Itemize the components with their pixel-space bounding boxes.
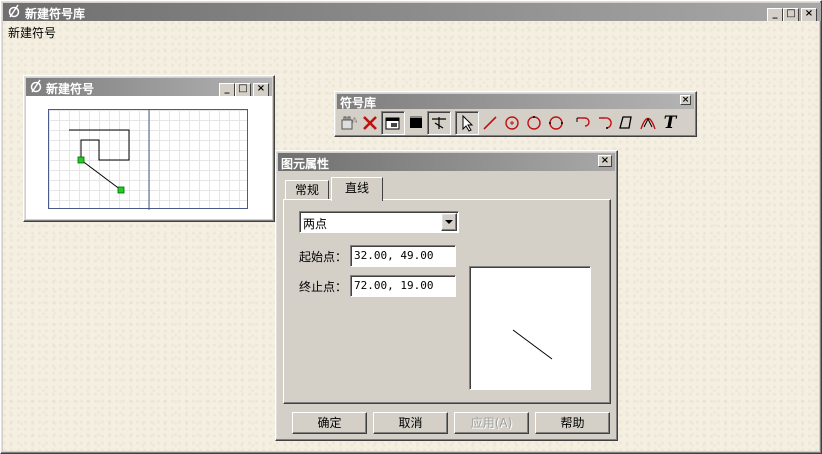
text-tool-label: T [663,113,677,133]
ok-button[interactable]: 确定 [292,412,367,434]
apply-button[interactable]: 应用(A) [454,412,529,434]
properties-icon[interactable] [381,111,405,135]
dialog-title-bar[interactable]: 图元属性 × [278,153,615,171]
cancel-button-label: 取消 [398,416,423,430]
end-point-field[interactable]: 72.00, 19.00 [350,275,456,297]
delete-icon[interactable] [359,112,381,134]
symbol-window-title-bar[interactable]: 新建符号 _ □ × [26,78,272,97]
main-title-bar[interactable]: 新建符号库 _ □ × [3,3,821,22]
toolbox-title-bar[interactable]: 符号库 × [337,94,694,110]
symbol-drawing [69,110,150,210]
close-button[interactable]: × [801,8,817,22]
app-icon [7,4,21,21]
mode-select[interactable]: 两点 [299,211,459,233]
maximize-button[interactable]: □ [235,83,251,97]
chevron-down-icon[interactable] [441,213,457,231]
main-window-title: 新建符号库 [25,7,86,21]
line-preview [469,266,591,390]
tab-line-label: 直线 [344,181,369,195]
tab-line[interactable]: 直线 [331,177,383,201]
arc-right-icon[interactable] [593,112,615,134]
polygon-icon[interactable] [615,112,637,134]
tab-general-label: 常规 [294,183,319,197]
start-point-label: 起始点： [299,250,348,264]
symbol-window: 新建符号 _ □ × [23,75,275,222]
select-arrow-icon[interactable] [455,111,479,135]
workspace-label: 新建符号 [8,26,57,40]
ok-button-label: 确定 [317,416,342,430]
start-point-value: 32.00, 49.00 [354,249,434,262]
arc-left-icon[interactable] [571,112,593,134]
help-button-label: 帮助 [560,416,585,430]
anchor-icon[interactable] [427,111,451,135]
window-controls: _ □ × [767,5,817,22]
preview-line-drawing [512,329,553,360]
curve-icon[interactable] [637,112,659,134]
circle-icon[interactable] [523,112,545,134]
symbol-canvas[interactable] [48,109,248,210]
properties-dialog: 图元属性 × 常规 直线 两点 起始点： 32.00, 49.00 终止点： 7… [275,150,618,441]
new-icon[interactable]: ⁂ [337,112,359,134]
tab-general[interactable]: 常规 [285,180,329,200]
help-button[interactable]: 帮助 [535,412,610,434]
dialog-close-button[interactable]: × [598,155,612,167]
cancel-button[interactable]: 取消 [373,412,448,434]
start-handle [77,156,85,164]
svg-text:⁂: ⁂ [351,117,357,125]
minimize-button[interactable]: _ [219,83,235,97]
circle-three-point-icon[interactable] [545,112,567,134]
start-point-field[interactable]: 32.00, 49.00 [350,245,456,267]
toolbox-tools: ⁂ T [337,111,681,135]
close-button[interactable]: × [253,83,269,97]
symbol-window-controls: _ □ × [219,80,269,97]
toolbox-close-button[interactable]: × [680,95,691,105]
maximize-button[interactable]: □ [783,8,799,22]
toolbox-window: 符号库 × ⁂ T [334,91,697,137]
apply-button-label: 应用(A) [470,416,513,430]
end-point-label: 终止点： [299,280,348,294]
symbol-window-icon [29,79,43,96]
circle-center-icon[interactable] [501,112,523,134]
end-handle [117,186,125,194]
toolbox-title: 符号库 [340,96,377,110]
dialog-title: 图元属性 [281,157,330,171]
fill-icon[interactable] [405,112,427,134]
symbol-canvas-area [26,96,272,219]
tab-panel: 两点 起始点： 32.00, 49.00 终止点： 72.00, 19.00 [283,199,611,404]
end-point-value: 72.00, 19.00 [354,279,434,292]
mode-select-value: 两点 [303,217,328,231]
symbol-window-title: 新建符号 [46,82,95,96]
minimize-button[interactable]: _ [767,8,783,22]
text-icon[interactable]: T [659,112,681,134]
line-icon[interactable] [479,112,501,134]
